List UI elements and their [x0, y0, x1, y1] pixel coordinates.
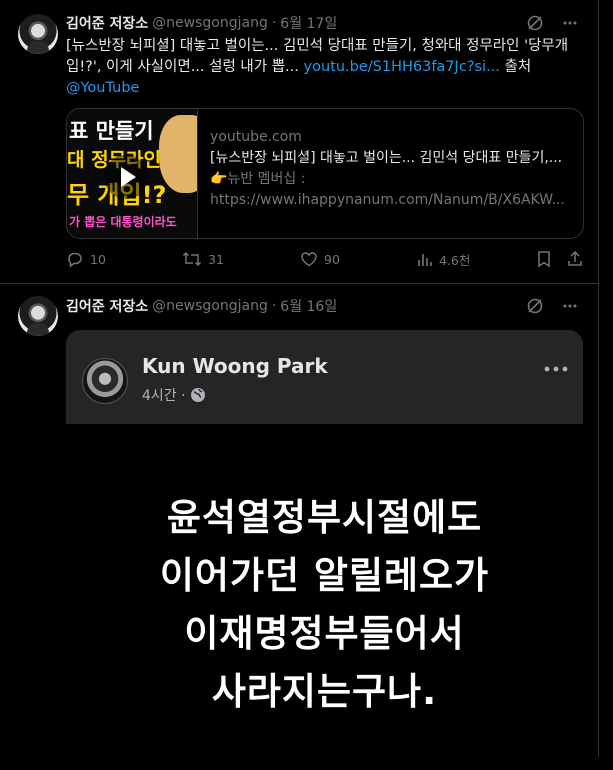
tweet-actions: 10 31 90 4.6천: [66, 250, 586, 270]
card-thumbnail[interactable]: 표 만들기 대 정무라인 무 개입!? 가 뽑은 대통령이라도: [67, 109, 198, 238]
retweet-button[interactable]: 31: [182, 250, 224, 268]
separator-dot: ·: [271, 298, 277, 314]
thumb-line-1: 표 만들기: [69, 119, 154, 143]
play-icon[interactable]: [104, 155, 148, 199]
card-description-url: https://www.ihappynanum.com/Nanum/B/X6AK…: [210, 192, 565, 208]
card-description: 👉뉴반 멤버십 :: [210, 171, 306, 187]
link-card[interactable]: 표 만들기 대 정무라인 무 개입!? 가 뽑은 대통령이라도 youtube.…: [66, 108, 584, 239]
author-avatar[interactable]: [18, 296, 58, 336]
bookmark-button[interactable]: [536, 250, 552, 268]
tweet-date[interactable]: 6월 17일: [280, 13, 337, 33]
bookmark-icon: [538, 251, 550, 268]
globe-icon: [190, 388, 205, 402]
views-button[interactable]: 4.6천: [417, 250, 470, 269]
retweet-icon: [182, 251, 202, 267]
fb-time-text: 4시간 ·: [142, 388, 186, 404]
fb-avatar: [82, 358, 128, 404]
fb-text-line: 이재명정부들어서: [184, 612, 465, 655]
fb-post-time: 4시간 ·: [142, 385, 206, 405]
reply-button[interactable]: 10: [66, 250, 106, 268]
tweet-text: [뉴스반장 뇌피셜] 대놓고 벌이는... 김민석 당대표 만들기, 청와대 정…: [66, 36, 586, 99]
author-name[interactable]: 김어준 저장소: [66, 13, 148, 33]
reply-icon: [68, 252, 82, 268]
tweet-text-suffix: 출처: [499, 59, 532, 75]
facebook-screenshot[interactable]: Kun Woong Park 4시간 · 윤석열정부시절에도 이어가던 알릴레오…: [66, 330, 583, 770]
grok-icon[interactable]: [526, 14, 544, 32]
share-icon: [568, 250, 582, 266]
fb-text-line: 이어가던 알릴레오가: [159, 554, 490, 597]
retweet-count: 31: [208, 251, 224, 267]
author-handle[interactable]: @newsgongjang: [152, 298, 268, 314]
scroll-edge: [598, 0, 613, 757]
tweet-link[interactable]: youtu.be/S1HH63fa7Jc?si...: [304, 59, 500, 75]
share-button[interactable]: [566, 250, 584, 268]
tweet-date[interactable]: 6월 16일: [280, 296, 337, 316]
grok-icon[interactable]: [526, 297, 544, 315]
like-count: 90: [324, 251, 340, 267]
more-icon[interactable]: [562, 298, 578, 314]
reply-count: 10: [90, 251, 106, 267]
fb-text-line: 윤석열정부시절에도: [166, 496, 483, 539]
more-icon[interactable]: [562, 15, 578, 31]
like-icon: [301, 252, 317, 267]
more-icon: [543, 358, 569, 377]
tweet[interactable]: 김어준 저장소 @newsgongjang · 6월 16일 Kun Woong…: [0, 284, 598, 770]
card-title[interactable]: [뉴스반장 뇌피셜] 대놓고 벌이는... 김민석 당대표 만들기,...: [210, 148, 575, 169]
author-avatar[interactable]: [18, 14, 58, 54]
tweet[interactable]: 김어준 저장소 @newsgongjang · 6월 17일 [뉴스반장 뇌피셜…: [0, 0, 598, 284]
like-button[interactable]: 90: [300, 250, 340, 268]
fb-author-name: Kun Woong Park: [142, 354, 328, 378]
views-count: 4.6천: [439, 253, 471, 268]
thumb-line-4: 가 뽑은 대통령이라도: [69, 215, 177, 229]
card-domain: youtube.com: [210, 129, 302, 145]
author-handle[interactable]: @newsgongjang: [152, 15, 268, 31]
mention-link[interactable]: @YouTube: [66, 80, 139, 96]
views-icon: [418, 253, 432, 266]
fb-text-line: 사라지는구나.: [211, 670, 438, 713]
fb-post-image: 윤석열정부시절에도 이어가던 알릴레오가 이재명정부들어서 사라지는구나.: [66, 424, 583, 770]
separator-dot: ·: [271, 15, 277, 31]
author-name[interactable]: 김어준 저장소: [66, 296, 148, 316]
